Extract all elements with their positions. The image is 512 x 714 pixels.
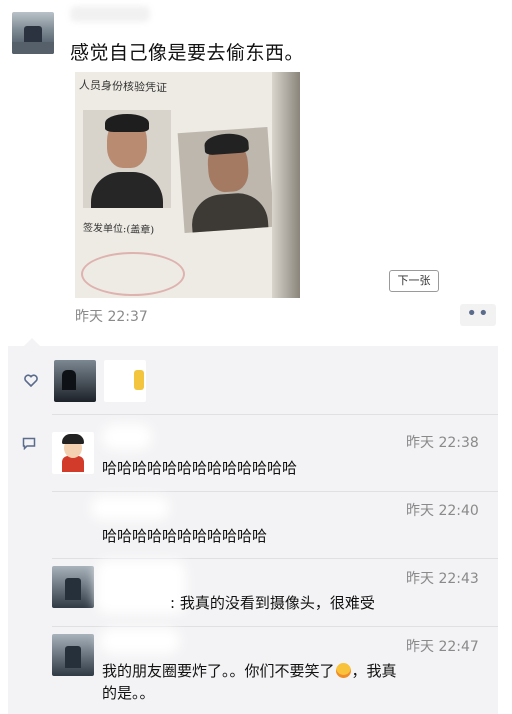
photo-caption-text: 签发单位:(盖章) xyxy=(82,222,155,237)
commenter-avatar-4[interactable] xyxy=(52,634,94,676)
laughing-emoji-icon xyxy=(335,663,351,678)
comment-time: 昨天 22:43 xyxy=(406,571,479,587)
comment-time: 昨天 22:40 xyxy=(406,503,479,519)
panel-caret xyxy=(24,338,40,346)
photo-portrait-left xyxy=(83,110,171,208)
comment-text: 我的朋友圈要炸了。。你们不要笑了 ，我真 的是。。 xyxy=(102,660,492,704)
photo-title-text: 人员身份核验凭证 xyxy=(78,78,168,95)
post-timestamp: 昨天 22:37 xyxy=(75,309,148,325)
heart-icon xyxy=(24,374,38,391)
comment-text-part: 的是。。 xyxy=(102,684,155,702)
comment-time: 昨天 22:38 xyxy=(406,435,479,451)
liker-avatar-1[interactable] xyxy=(54,360,96,402)
comment-icon xyxy=(22,437,36,454)
likes-divider xyxy=(52,414,498,415)
commenter-name-blurred xyxy=(100,628,180,654)
next-image-button[interactable]: 下一张 xyxy=(389,270,439,292)
commenter-name-blurred xyxy=(102,424,152,450)
commenter-avatar-2[interactable] xyxy=(52,498,94,540)
comment-text-part: ，我真 xyxy=(351,662,397,680)
poster-avatar[interactable] xyxy=(12,12,54,54)
commenter-avatar-3[interactable] xyxy=(52,566,94,608)
photo-portrait-right xyxy=(177,126,275,234)
comment-divider xyxy=(52,626,498,627)
commenter-avatar-1[interactable] xyxy=(52,432,94,474)
comment-divider xyxy=(52,558,498,559)
post-photo[interactable]: 人员身份核验凭证 签发单位:(盖章) xyxy=(75,72,300,298)
photo-red-stamp xyxy=(81,252,185,296)
comment-text-part: 我的朋友圈要炸了。。你们不要笑了 xyxy=(102,662,335,680)
comment-text: : 我真的没看到摄像头，很难受 xyxy=(170,594,375,612)
liker-avatar-2[interactable] xyxy=(104,360,146,402)
comment-text: 哈哈哈哈哈哈哈哈哈哈哈 xyxy=(102,527,268,545)
comment-time: 昨天 22:47 xyxy=(406,639,479,655)
more-actions-button[interactable]: •• xyxy=(460,304,496,326)
comment-text: 哈哈哈哈哈哈哈哈哈哈哈哈哈 xyxy=(102,459,298,477)
poster-name-blurred xyxy=(70,6,150,22)
post-text: 感觉自己像是要去偷东西。 xyxy=(70,42,305,64)
commenter-name-blurred xyxy=(90,496,170,520)
comment-divider xyxy=(52,491,498,492)
